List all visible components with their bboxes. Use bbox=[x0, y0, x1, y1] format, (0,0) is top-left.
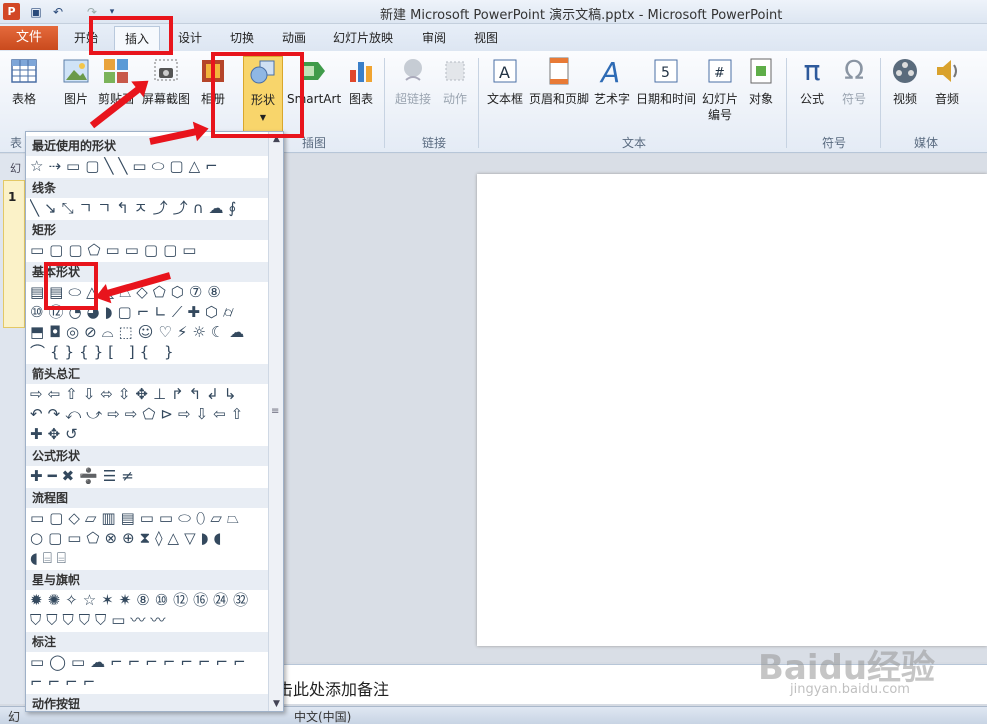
scroll-grip-icon: ≡ bbox=[271, 406, 280, 417]
tab-review[interactable]: 审阅 bbox=[414, 26, 454, 50]
group-label-media: 媒体 bbox=[913, 136, 938, 150]
stars-row-2[interactable]: ⛉⛉⛉⛉⛉▭〰〰 bbox=[30, 610, 268, 630]
wordart-button[interactable]: A 艺术字 bbox=[592, 56, 632, 126]
audio-button[interactable]: 音频 bbox=[928, 56, 966, 126]
shapes-gallery: 最近使用的形状 ☆⇢▭▢╲╲▭⬭▢△⌐ 线条 ╲↘⤡ㄱㄱ↰ㅈ⤴⤴∩☁∮ 矩形 ▭… bbox=[25, 131, 284, 712]
slides-pane-tab[interactable]: 幻 bbox=[10, 160, 21, 176]
header-footer-icon bbox=[549, 57, 569, 85]
tab-file[interactable]: 文件 bbox=[0, 26, 58, 50]
annotation-oval-shape-box bbox=[44, 262, 98, 310]
wordart-icon: A bbox=[599, 56, 620, 86]
video-button[interactable]: 视频 bbox=[886, 56, 924, 126]
hyperlink-button[interactable]: 超链接 bbox=[391, 56, 435, 126]
arrows-row-3[interactable]: ✚✥↺ bbox=[30, 424, 268, 444]
object-button[interactable]: 对象 bbox=[744, 56, 778, 126]
category-equation-shapes: 公式形状 bbox=[26, 446, 268, 466]
flowchart-row-3[interactable]: ◖⌸⌸ bbox=[30, 548, 268, 568]
tab-slideshow[interactable]: 幻灯片放映 bbox=[330, 26, 396, 50]
slide-canvas[interactable] bbox=[477, 174, 987, 646]
omega-icon: Ω bbox=[844, 56, 864, 86]
slide-number-button[interactable]: # 幻灯片 编号 bbox=[700, 56, 740, 126]
category-lines: 线条 bbox=[26, 178, 268, 198]
save-icon[interactable]: ▣ bbox=[28, 4, 44, 20]
svg-text:#: # bbox=[714, 66, 725, 81]
flowchart-row-1[interactable]: ▭▢◇▱▥▤▭▭⬭⬯▱⏢ bbox=[30, 508, 268, 528]
svg-text:5: 5 bbox=[661, 65, 670, 81]
status-language[interactable]: 中文(中国) bbox=[294, 708, 351, 724]
scroll-down-icon[interactable]: ▼ bbox=[269, 697, 284, 711]
arrows-row-2[interactable]: ↶↷⤺⤻⇨⇨⬠⊳⇨⇩⇦⇧ bbox=[30, 404, 268, 424]
lines-row[interactable]: ╲↘⤡ㄱㄱ↰ㅈ⤴⤴∩☁∮ bbox=[30, 198, 268, 218]
flowchart-row-2[interactable]: ○▢▭⬠⊗⊕⧗◊△▽◗◖ bbox=[30, 528, 268, 548]
recent-shapes-row[interactable]: ☆⇢▭▢╲╲▭⬭▢△⌐ bbox=[30, 156, 268, 176]
svg-text:A: A bbox=[599, 56, 620, 86]
action-icon bbox=[445, 61, 465, 81]
tab-view[interactable]: 视图 bbox=[466, 26, 506, 50]
category-arrows: 箭头总汇 bbox=[26, 364, 268, 384]
group-label-text: 文本 bbox=[621, 136, 646, 150]
category-callouts: 标注 bbox=[26, 632, 268, 652]
group-separator bbox=[880, 58, 881, 148]
category-rectangles: 矩形 bbox=[26, 220, 268, 240]
chart-icon bbox=[350, 62, 372, 82]
group-label-tables: 表 bbox=[9, 136, 22, 150]
status-slide-info: 幻 bbox=[8, 710, 21, 724]
category-recent-shapes: 最近使用的形状 bbox=[26, 136, 268, 156]
clipart-icon bbox=[104, 59, 128, 83]
window-title: 新建 Microsoft PowerPoint 演示文稿.pptx - Micr… bbox=[380, 8, 783, 23]
arrows-row-1[interactable]: ⇨⇦⇧⇩⬄⇳✥⊥↱↰↲↳ bbox=[30, 384, 268, 404]
tab-design[interactable]: 设计 bbox=[170, 26, 210, 50]
basic-shapes-row-3[interactable]: ⬒◘◎⊘⌓⬚☺♡⚡☼☾☁ bbox=[30, 322, 268, 342]
gallery-scrollbar[interactable]: ▲ ≡ ▼ bbox=[268, 132, 283, 711]
slide-number-icon: # bbox=[708, 59, 732, 83]
powerpoint-app-icon[interactable]: P bbox=[3, 3, 20, 20]
table-button[interactable]: 表格 bbox=[4, 56, 44, 126]
callouts-row-2[interactable]: ⌐⌐⌐⌐ bbox=[30, 672, 268, 692]
group-separator bbox=[478, 58, 479, 148]
undo-icon[interactable]: ↶ bbox=[50, 4, 66, 20]
header-footer-button[interactable]: 页眉和页脚 bbox=[528, 56, 590, 126]
category-action-buttons: 动作按钮 bbox=[26, 694, 268, 711]
picture-icon bbox=[63, 59, 89, 83]
group-separator bbox=[384, 58, 385, 148]
pi-icon: π bbox=[803, 54, 821, 87]
action-button[interactable]: 动作 bbox=[438, 56, 472, 126]
textbox-icon: A bbox=[493, 59, 517, 83]
film-reel-icon bbox=[893, 59, 917, 83]
symbol-button[interactable]: Ω 符号 bbox=[836, 56, 872, 126]
callouts-row-1[interactable]: ▭◯▭☁⌐⌐⌐⌐⌐⌐⌐⌐ bbox=[30, 652, 268, 672]
speaker-icon bbox=[937, 60, 957, 82]
table-icon bbox=[11, 59, 37, 83]
object-icon bbox=[750, 58, 772, 84]
textbox-button[interactable]: A 文本框 bbox=[484, 56, 526, 126]
tab-animations[interactable]: 动画 bbox=[274, 26, 314, 50]
stars-row-1[interactable]: ✹✺✧☆✶✷⑧⑩⑫⑯㉔㉜ bbox=[30, 590, 268, 610]
date-time-button[interactable]: 5 日期和时间 bbox=[636, 56, 696, 126]
baidu-watermark-url: jingyan.baidu.com bbox=[790, 682, 910, 697]
group-label-links: 链接 bbox=[421, 136, 446, 150]
equation-button[interactable]: π 公式 bbox=[794, 56, 830, 126]
annotation-shapes-button-box bbox=[211, 52, 304, 138]
group-separator bbox=[786, 58, 787, 148]
screenshot-icon bbox=[154, 59, 178, 81]
chart-button[interactable]: 图表 bbox=[343, 56, 379, 126]
slide-thumbnail-number: 1 bbox=[8, 190, 17, 204]
tab-transitions[interactable]: 切换 bbox=[222, 26, 262, 50]
equation-shapes-row[interactable]: ✚━✖➗☰≠ bbox=[30, 466, 268, 486]
category-flowchart: 流程图 bbox=[26, 488, 268, 508]
svg-text:A: A bbox=[499, 63, 510, 82]
group-label-symbols: 符号 bbox=[821, 136, 846, 150]
hyperlink-icon bbox=[404, 59, 422, 81]
rectangles-row[interactable]: ▭▢▢⬠▭▭▢▢▭ bbox=[30, 240, 268, 260]
category-stars-banners: 星与旗帜 bbox=[26, 570, 268, 590]
picture-button[interactable]: 图片 bbox=[56, 56, 96, 126]
annotation-insert-tab-box bbox=[89, 16, 173, 55]
basic-shapes-row-4[interactable]: ⌒{}{}[ ]{ } bbox=[30, 342, 268, 362]
calendar-icon: 5 bbox=[654, 59, 678, 83]
